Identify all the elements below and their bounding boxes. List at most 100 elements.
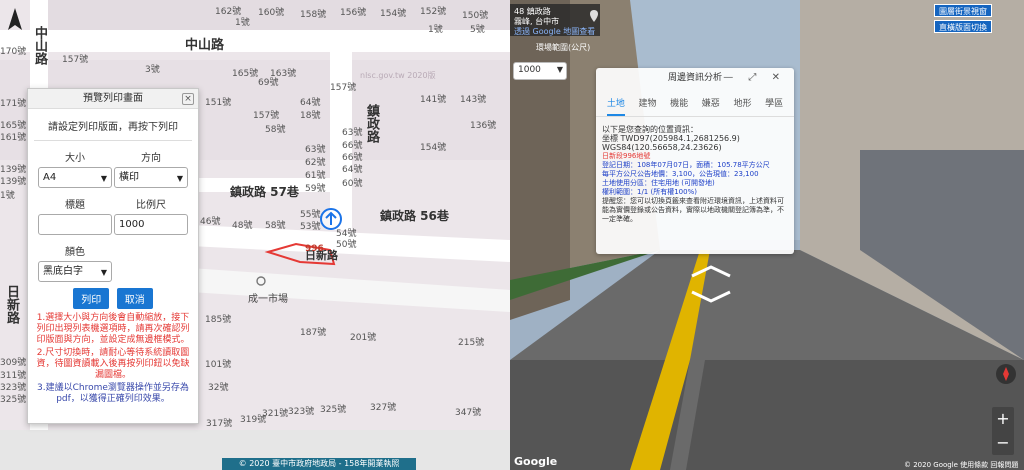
house-number: 136號: [470, 121, 497, 131]
house-number: 325號: [320, 405, 347, 415]
direction-select[interactable]: 橫印 ▼: [114, 167, 188, 188]
dialog-header: 預覽列印畫面 ×: [28, 89, 198, 109]
road-label: 鎮政路 57巷: [230, 185, 299, 199]
layout-toggle-button[interactable]: 直橫版面切換: [934, 20, 992, 33]
market-label: 成一市場: [248, 294, 288, 305]
house-number: 327號: [370, 403, 397, 413]
view-in-google-maps-link[interactable]: 透過 Google 地圖查看: [514, 27, 596, 37]
nav-back-arrow-icon[interactable]: [688, 290, 734, 304]
title-label: 標題: [65, 200, 85, 211]
house-number: 141號: [420, 95, 447, 105]
house-number: 347號: [455, 408, 482, 418]
chevron-down-icon: ▼: [556, 65, 563, 74]
scale-input[interactable]: 1000: [114, 214, 188, 235]
house-number: 156號: [340, 8, 367, 18]
chevron-down-icon: ▼: [100, 268, 107, 277]
road-label: 鎮政路 56巷: [380, 209, 449, 223]
color-label: 顏色: [65, 247, 85, 258]
house-number: 160號: [258, 8, 285, 18]
color-value: 黑底白字: [43, 266, 83, 277]
close-icon[interactable]: ×: [182, 93, 194, 105]
house-number: 1號: [0, 191, 15, 201]
print-button[interactable]: 列印: [73, 288, 110, 309]
zoom-control: + −: [992, 407, 1014, 455]
house-number: 63號: [305, 145, 326, 155]
dialog-title: 預覽列印畫面: [83, 93, 143, 104]
house-number: 1號: [235, 18, 250, 28]
house-number: 157號: [330, 83, 357, 93]
house-number: 64號: [300, 98, 321, 108]
parcel-label: 996: [305, 244, 324, 254]
map-watermark: nlsc.gov.tw 2020版: [360, 71, 436, 80]
house-number: 143號: [460, 95, 487, 105]
zoom-in-icon[interactable]: +: [992, 407, 1014, 431]
size-label: 大小: [65, 153, 85, 164]
house-number: 170號: [0, 47, 27, 57]
info-line-5: 提醒您：您可以切換頁籤來查看附近環境資訊，上述資料可能為實價登錄或公告資料，實際…: [602, 197, 784, 223]
coord-wgs84: WGS84(120.56658,24.23626): [602, 143, 722, 152]
market-marker-icon: [256, 276, 266, 286]
info-line-4: 權利範圍：1/1 (所有權100%): [602, 188, 697, 196]
map-copyright: © 2020 臺中市政府地政局 - 158年開業執照: [222, 458, 416, 470]
map-canvas[interactable]: 中山路 中山路 鎮政路 鎮政路 57巷 鎮政路 56巷 日新路 日新路 162號…: [0, 0, 510, 470]
house-number: 161號: [0, 133, 27, 143]
google-logo: Google: [514, 455, 558, 468]
house-number: 3號: [145, 65, 160, 75]
info-line-3: 土地使用分區：住宅用地 (可開發地): [602, 179, 715, 187]
house-number: 101號: [205, 360, 232, 370]
distance-select[interactable]: 1000 ▼: [513, 62, 567, 80]
house-number: 46號: [200, 217, 221, 227]
info-line-1: 登記日期：108年07月07日，面積：105.78平方公尺: [602, 161, 770, 169]
house-number: 154號: [380, 9, 407, 19]
nav-forward-arrow-icon[interactable]: [688, 264, 734, 278]
info-intro: 以下是您查詢的位置資訊：: [602, 125, 698, 134]
scale-label: 比例尺: [136, 200, 166, 211]
info-line-2: 每平方公尺公告地價：3,100，公告現值：23,100: [602, 170, 759, 178]
location-arrow-icon[interactable]: [320, 208, 342, 230]
house-number: 50號: [336, 240, 357, 250]
tab-school[interactable]: 學區: [765, 96, 783, 116]
house-number: 165號: [232, 69, 259, 79]
size-select[interactable]: A4 ▼: [38, 167, 112, 188]
layer-street-view-button[interactable]: 圖層街景視窗: [934, 4, 992, 17]
house-number: 150號: [462, 11, 489, 21]
parcel-number: 日新段996地號: [602, 152, 651, 160]
house-number: 185號: [205, 315, 232, 325]
north-arrow-icon: [8, 8, 22, 30]
tab-building[interactable]: 建物: [638, 96, 656, 116]
address-line-2: 霧峰, 台中市: [514, 17, 560, 26]
cancel-button[interactable]: 取消: [116, 288, 153, 309]
window-controls[interactable]: — ⤢ ✕: [723, 68, 786, 88]
compass-icon[interactable]: [996, 364, 1016, 384]
direction-value: 橫印: [119, 172, 139, 183]
zoom-out-icon[interactable]: −: [992, 431, 1014, 455]
house-number: 59號: [305, 184, 326, 194]
title-input[interactable]: [38, 214, 112, 235]
house-number: 139號: [0, 177, 27, 187]
house-number: 61號: [305, 171, 326, 181]
house-number: 157號: [253, 111, 280, 121]
road-label: 日新路: [4, 285, 19, 324]
house-number: 157號: [62, 55, 89, 65]
house-number: 53號: [300, 222, 321, 232]
house-number: 1號: [428, 25, 443, 35]
house-number: 187號: [300, 328, 327, 338]
street-view-copyright[interactable]: © 2020 Google 使用條款 回報問題: [904, 460, 1018, 470]
house-number: 18號: [300, 111, 321, 121]
tab-nuisance[interactable]: 嫌惡: [702, 96, 720, 116]
house-number: 158號: [300, 10, 327, 20]
house-number: 32號: [208, 383, 229, 393]
tab-land[interactable]: 土地: [606, 96, 625, 116]
tab-function[interactable]: 機能: [670, 96, 688, 116]
info-tabs: 土地 建物 機能 嫌惡 地形 學區: [596, 88, 794, 117]
color-select[interactable]: 黑底白字 ▼: [38, 261, 112, 282]
house-number: 64號: [342, 165, 363, 175]
house-number: 60號: [342, 179, 363, 189]
tab-terrain[interactable]: 地形: [733, 96, 751, 116]
house-number: 62號: [305, 158, 326, 168]
house-number: 154號: [420, 143, 447, 153]
street-address-card: 48 鎮政路 霧峰, 台中市 透過 Google 地圖查看: [510, 4, 600, 36]
house-number: 151號: [205, 98, 232, 108]
house-number: 152號: [420, 7, 447, 17]
info-panel-title: 周邊資訊分析: [667, 73, 722, 83]
